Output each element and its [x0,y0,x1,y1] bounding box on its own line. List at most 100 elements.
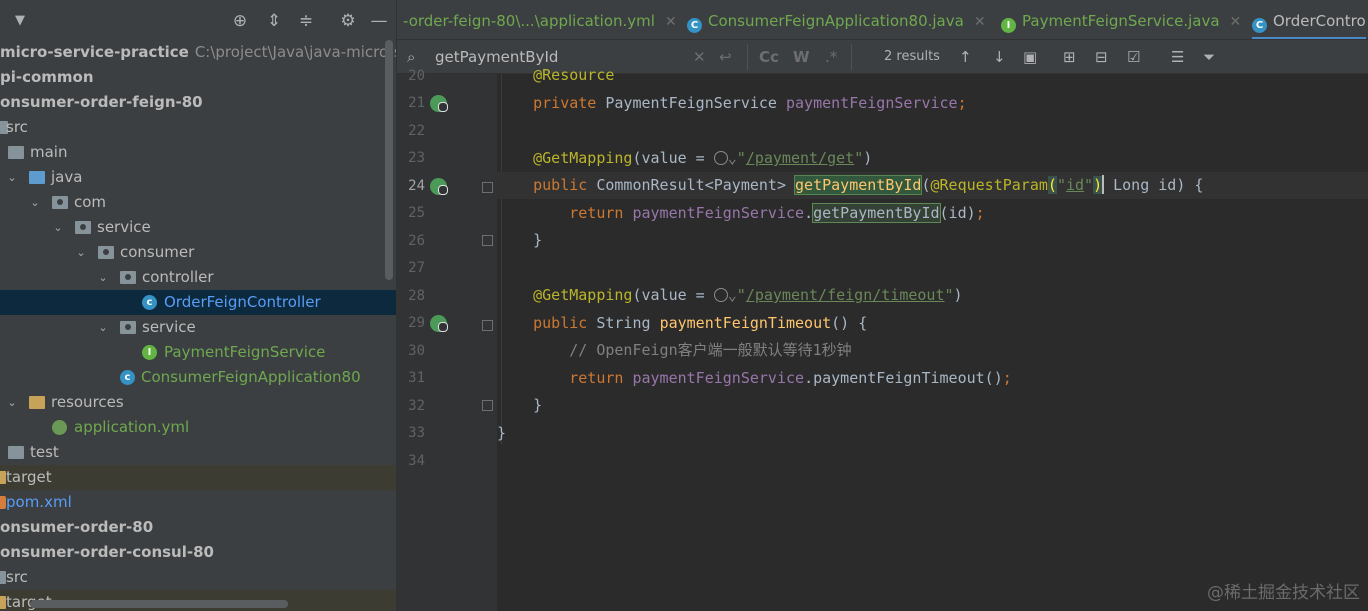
tree-item-order-feign-controller[interactable]: c OrderFeignController [0,290,396,315]
class-icon: c [142,295,157,310]
tree-item-main[interactable]: main [0,140,396,165]
folder-icon [8,446,24,459]
request-mapping-icon[interactable] [430,178,448,195]
chevron-down-icon[interactable]: ⌄ [6,390,18,415]
code-content[interactable]: @Resource private PaymentFeignService pa… [497,66,1368,611]
collapse-all-icon[interactable]: ≑ [296,11,316,31]
tree-item-pom-xml[interactable]: pom.xml [0,490,396,515]
tab-order-feign-controller[interactable]: C OrderContro [1252,0,1366,39]
tree-item-label: onsumer-order-feign-80 [0,93,203,111]
chevron-down-icon[interactable]: ▼ [10,11,30,31]
tree-item-label: onsumer-order-consul-80 [0,543,214,561]
class-icon: C [1252,18,1267,33]
close-icon[interactable]: ✕ [1230,14,1242,30]
tree-item-label: service [97,218,151,236]
tree-item-consumer[interactable]: ⌄ consumer [0,240,396,265]
line-number: 20 [408,68,425,84]
chevron-down-icon[interactable]: ⌄ [97,265,109,290]
tree-item-com[interactable]: ⌄ com [0,190,396,215]
tree-item-java[interactable]: ⌄ java [0,165,396,190]
code-line-20: @Resource [533,66,615,84]
chevron-down-icon[interactable]: ⌄ [6,165,18,190]
request-mapping-icon[interactable] [430,315,448,332]
code-line-33: } [497,424,507,442]
folder-icon [8,146,24,159]
tree-item-target[interactable]: target [0,465,396,490]
gear-icon[interactable]: ⚙ [338,11,358,31]
fold-marker[interactable] [482,400,493,411]
tree-item-label: OrderFeignController [164,293,321,311]
tree-item-application-yml[interactable]: application.yml [0,415,396,440]
tree-item-label: pi-common [0,68,94,86]
chevron-down-icon[interactable]: ⌄ [97,315,109,340]
line-number: 25 [408,205,425,221]
tab-label: OrderContro [1273,12,1366,30]
autowired-bean-icon[interactable] [430,95,448,112]
project-tool-window: ▼ ⊕ ⇕ ≑ ⚙ — micro-service-practice C:\pro… [0,0,396,611]
tree-item-consumer-order-consul-80[interactable]: onsumer-order-consul-80 [0,540,396,565]
tree-item-service-subpackage[interactable]: ⌄ service [0,315,396,340]
tree-item-consumer-feign-application[interactable]: c ConsumerFeignApplication80 [0,365,396,390]
spring-leaf-icon [52,420,67,435]
line-number: 22 [408,123,425,139]
chevron-down-icon[interactable]: ⌄ [29,190,41,215]
project-toolbar: ▼ ⊕ ⇕ ≑ ⚙ — [0,0,396,40]
line-number: 21 [408,95,425,111]
package-icon [75,221,91,234]
line-number: 26 [408,233,425,249]
tree-item-src[interactable]: src [0,115,396,140]
chevron-down-icon[interactable]: ⌄ [52,215,64,240]
tree-item-api-common[interactable]: pi-common [0,65,396,90]
close-icon[interactable]: ✕ [665,14,677,30]
vertical-scrollbar[interactable] [385,40,393,280]
code-line-23: @GetMapping(value = ⌄"/payment/get") [533,149,873,167]
line-number: 34 [408,453,425,469]
chevron-down-icon[interactable]: ⌄ [75,240,87,265]
line-number: 27 [408,260,425,276]
tab-payment-feign-service[interactable]: I PaymentFeignService.java ✕ [1001,0,1242,39]
line-number: 28 [408,288,425,304]
tree-item-test[interactable]: test [0,440,396,465]
line-number: 23 [408,150,425,166]
tree-item-label: onsumer-order-80 [0,518,154,536]
tree-item-label: src [6,568,28,586]
watermark: @稀土掘金技术社区 [1207,583,1360,603]
tree-item-consumer-order-feign-80[interactable]: onsumer-order-feign-80 [0,90,396,115]
tree-item-label: application.yml [74,418,190,436]
editor-area: -order-feign-80\...\application.yml ✕ C Co… [396,0,1368,611]
close-icon[interactable]: ✕ [974,14,986,30]
expand-all-icon[interactable]: ⇕ [264,11,284,31]
package-icon [98,246,114,259]
code-line-29: public String paymentFeignTimeout() { [533,314,868,332]
tree-item-micro-service-practice[interactable]: micro-service-practice C:\project\Java\ja… [0,40,396,65]
tree-item-payment-feign-service[interactable]: I PaymentFeignService [0,340,396,365]
horizontal-scrollbar[interactable] [30,600,288,608]
tree-item-label: src [6,118,28,136]
globe-icon[interactable] [713,151,728,165]
text-caret [1102,175,1105,194]
tab-application-yml[interactable]: -order-feign-80\...\application.yml ✕ [403,0,677,39]
tree-item-controller[interactable]: ⌄ controller [0,265,396,290]
resources-folder-icon [29,396,45,409]
fold-marker[interactable] [482,320,493,331]
minimize-icon[interactable]: — [369,11,389,31]
code-line-28: @GetMapping(value = ⌄"/payment/feign/tim… [533,286,963,304]
tree-item-service-package[interactable]: ⌄ service [0,215,396,240]
tree-item-consumer-order-80[interactable]: onsumer-order-80 [0,515,396,540]
line-number: 32 [408,398,425,414]
tree-item-label: target [6,468,52,486]
fold-marker[interactable] [482,182,493,193]
fold-marker[interactable] [482,235,493,246]
tree-item-src-2[interactable]: src [0,565,396,590]
line-number: 29 [408,315,425,331]
tree-item-resources[interactable]: ⌄ resources [0,390,396,415]
tab-consumer-feign-application[interactable]: C ConsumerFeignApplication80.java ✕ [687,0,986,39]
globe-icon[interactable] [713,288,728,302]
tree-item-label: main [30,143,68,161]
code-line-31: return paymentFeignService.paymentFeignT… [569,369,1012,387]
spring-boot-class-icon: c [120,370,135,385]
locate-icon[interactable]: ⊕ [230,11,250,31]
interface-icon: I [142,345,157,360]
package-icon [120,271,136,284]
